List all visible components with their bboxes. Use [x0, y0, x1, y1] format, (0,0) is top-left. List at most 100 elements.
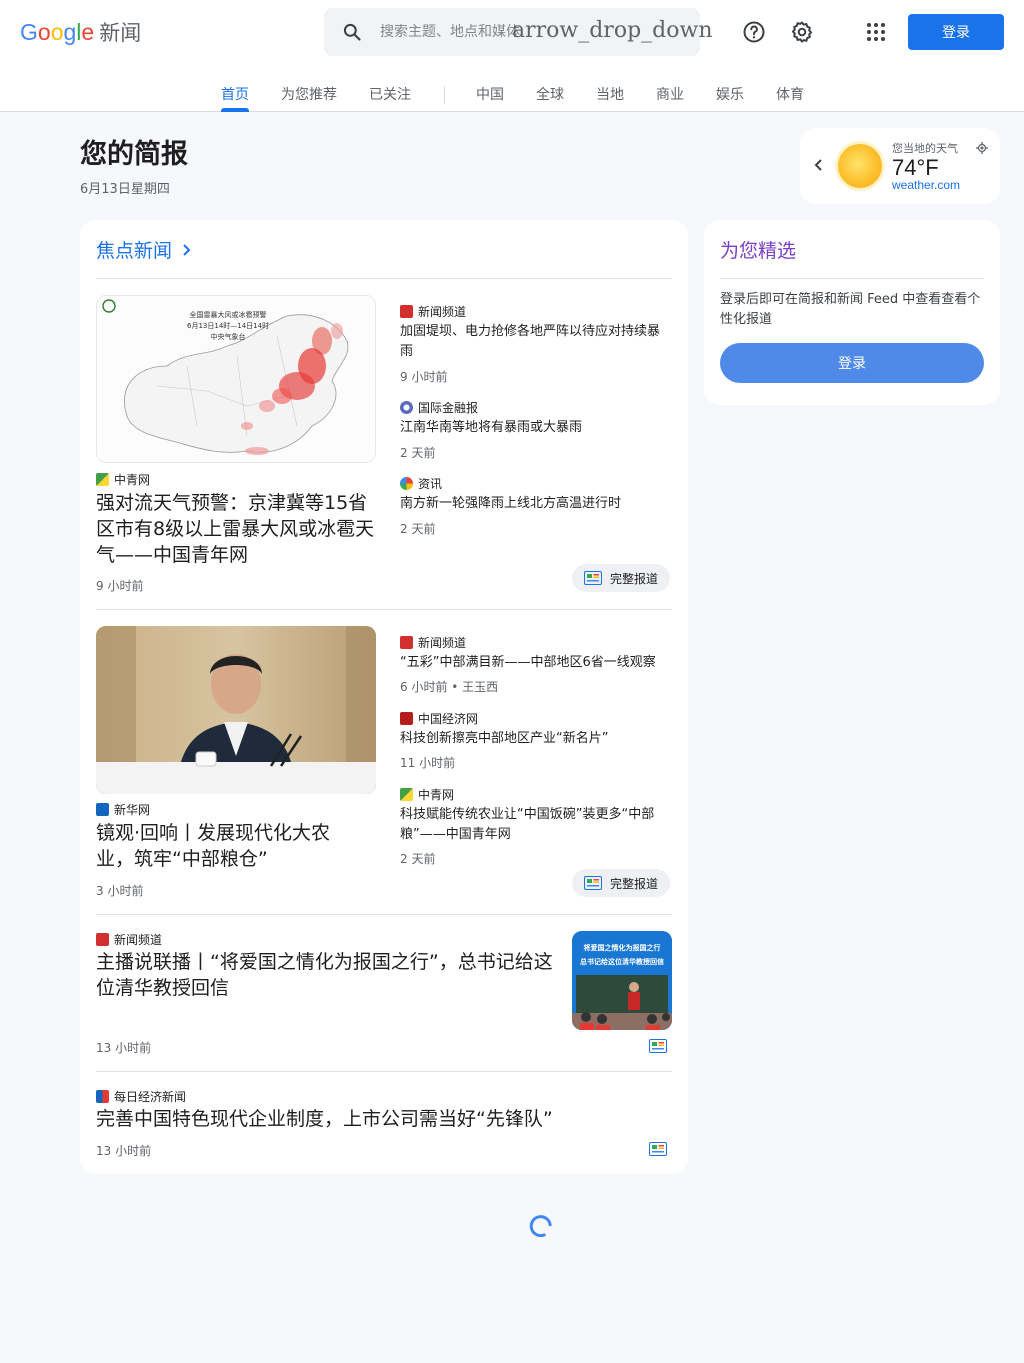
headline-link[interactable]: 科技赋能传统农业让“中国饭碗”装更多“中部粮”——中国青年网	[400, 805, 672, 845]
publisher[interactable]: 新闻频道	[400, 303, 466, 320]
publisher-logo-icon	[400, 477, 413, 490]
top-app-bar: Google 新闻 arrow_drop_down 登录 首页 为您推荐 已关注…	[0, 0, 1024, 112]
divider	[96, 914, 672, 915]
map-caption-line: 中央气象台	[210, 333, 246, 341]
image-overlay-line: 总书记给这位清华教授回信	[580, 958, 664, 966]
headline-link[interactable]: 江南华南等地将有暴雨或大暴雨	[400, 418, 672, 438]
timestamp: 11 小时前	[400, 756, 456, 770]
publisher-name: 中青网	[418, 788, 455, 802]
publisher[interactable]: 中青网	[96, 471, 150, 488]
section-tabs: 首页 为您推荐 已关注 中国 全球 当地 商业 娱乐 体育	[0, 84, 1024, 112]
publisher-logo-icon	[96, 473, 109, 486]
search-icon[interactable]	[342, 22, 362, 42]
weather-widget[interactable]: 您当地的天气 74°F weather.com	[800, 128, 1000, 204]
chevron-left-icon[interactable]	[814, 158, 824, 172]
search-box[interactable]: arrow_drop_down	[324, 8, 712, 56]
meeting-photo-image[interactable]	[96, 626, 376, 794]
publisher-logo-icon	[96, 803, 109, 816]
search-options-dropdown[interactable]: arrow_drop_down	[512, 18, 712, 43]
weather-source-link[interactable]: weather.com	[892, 178, 960, 192]
map-caption-line: 全国雷暴大风或冰雹预警	[189, 311, 267, 319]
tab-sports[interactable]: 体育	[776, 84, 804, 104]
publisher[interactable]: 中国经济网	[400, 710, 478, 727]
top-stories-title: 焦点新闻	[96, 240, 173, 262]
timestamp: 9 小时前	[400, 370, 448, 384]
top-stories-card: 焦点新闻 全国雷暴大风或冰雹预警 6月13日14时—14日14时 中央气象台 中…	[80, 220, 688, 1174]
publisher[interactable]: 每日经济新闻	[96, 1088, 186, 1105]
headline-link[interactable]: 科技创新擦亮中部地区产业“新名片”	[400, 729, 672, 749]
tab-for-you[interactable]: 为您推荐	[281, 84, 337, 104]
full-coverage-label: 完整报道	[610, 571, 659, 586]
publisher-logo-icon	[96, 933, 109, 946]
timestamp: 2 天前	[400, 522, 436, 536]
divider	[96, 609, 672, 610]
tab-divider	[444, 86, 445, 104]
headline-link[interactable]: 镜观·回响丨发展现代化大农业，筑牢“中部粮仓”	[96, 820, 366, 872]
briefing-date: 6月13日星期四	[80, 182, 170, 197]
tab-home[interactable]: 首页	[221, 84, 249, 104]
publisher[interactable]: 新华网	[96, 801, 150, 818]
publisher[interactable]: 中青网	[400, 786, 454, 803]
timestamp: 13 小时前	[96, 1041, 152, 1055]
signin-button[interactable]: 登录	[908, 14, 1004, 50]
google-wordmark: Google	[20, 18, 95, 45]
publisher[interactable]: 国际金融报	[400, 399, 478, 416]
publisher[interactable]: 新闻频道	[400, 634, 466, 651]
classroom-photo-image[interactable]: 将爱国之情化为报国之行 总书记给这位清华教授回信	[572, 931, 672, 1030]
divider	[96, 278, 672, 279]
tab-local[interactable]: 当地	[596, 84, 624, 104]
full-coverage-icon[interactable]	[649, 1142, 667, 1156]
google-news-logo[interactable]: Google 新闻	[20, 17, 141, 47]
publisher-name: 中青网	[114, 473, 151, 487]
headline-link[interactable]: 完善中国特色现代企业制度，上市公司需当好“先锋队”	[96, 1106, 656, 1132]
timestamp: 2 天前	[400, 446, 436, 460]
page-title: 您的简报	[80, 139, 188, 170]
tab-china[interactable]: 中国	[476, 84, 504, 104]
image-overlay-line: 将爱国之情化为报国之行	[583, 944, 661, 952]
apps-grid-icon[interactable]	[864, 20, 888, 44]
publisher-name: 新华网	[114, 803, 151, 817]
location-icon[interactable]	[976, 142, 988, 154]
full-coverage-icon[interactable]	[649, 1039, 667, 1053]
headline-link[interactable]: 加固堤坝、电力抢修各地严阵以待应对持续暴雨	[400, 322, 672, 362]
map-caption-line: 6月13日14时—14日14时	[187, 322, 270, 330]
top-stories-heading[interactable]: 焦点新闻	[96, 236, 191, 263]
headline-link[interactable]: 主播说联播丨“将爱国之情化为报国之行”，总书记给这位清华教授回信	[96, 949, 556, 1001]
timestamp: 6 小时前 • 王玉西	[400, 680, 499, 694]
picks-for-you-card: 为您精选 登录后即可在简报和新闻 Feed 中查看查看个性化报道 登录	[704, 220, 1000, 405]
publisher-name: 国际金融报	[418, 401, 479, 415]
timestamp: 2 天前	[400, 852, 436, 866]
help-icon[interactable]	[742, 20, 766, 44]
picks-description: 登录后即可在简报和新闻 Feed 中查看查看个性化报道	[720, 292, 981, 327]
publisher-logo-icon	[400, 401, 413, 414]
publisher-name: 新闻频道	[418, 305, 467, 319]
full-coverage-button[interactable]: 完整报道	[572, 869, 671, 897]
weather-label: 您当地的天气	[892, 142, 958, 155]
headline-link[interactable]: 强对流天气预警：京津冀等15省区市有8级以上雷暴大风或冰雹天气——中国青年网	[96, 490, 378, 568]
active-tab-indicator	[221, 108, 249, 112]
tab-world[interactable]: 全球	[536, 84, 564, 104]
headline-link[interactable]: 南方新一轮强降雨上线北方高温进行时	[400, 494, 672, 514]
tab-following[interactable]: 已关注	[369, 84, 411, 104]
picks-title: 为您精选	[720, 240, 797, 262]
image-overlay-text: 将爱国之情化为报国之行 总书记给这位清华教授回信	[572, 941, 672, 969]
publisher[interactable]: 资讯	[400, 475, 442, 492]
tab-entertainment[interactable]: 娱乐	[716, 84, 744, 104]
settings-gear-icon[interactable]	[790, 20, 814, 44]
full-coverage-icon	[584, 571, 602, 585]
full-coverage-icon	[584, 876, 602, 890]
publisher-logo-icon	[400, 788, 413, 801]
tab-business[interactable]: 商业	[656, 84, 684, 104]
publisher-name: 新闻频道	[114, 933, 163, 947]
publisher[interactable]: 新闻频道	[96, 931, 162, 948]
weather-warning-map-image[interactable]: 全国雷暴大风或冰雹预警 6月13日14时—14日14时 中央气象台	[96, 295, 376, 463]
full-coverage-button[interactable]: 完整报道	[572, 564, 671, 592]
sun-icon	[838, 144, 882, 188]
map-caption: 全国雷暴大风或冰雹预警 6月13日14时—14日14时 中央气象台	[187, 310, 269, 343]
headline-link[interactable]: “五彩”中部满目新——中部地区6省一线观察	[400, 653, 678, 673]
publisher-logo-icon	[400, 305, 413, 318]
publisher-name: 新闻频道	[418, 636, 467, 650]
full-coverage-label: 完整报道	[610, 876, 659, 891]
picks-signin-button[interactable]: 登录	[720, 343, 984, 383]
publisher-name: 每日经济新闻	[114, 1090, 187, 1104]
